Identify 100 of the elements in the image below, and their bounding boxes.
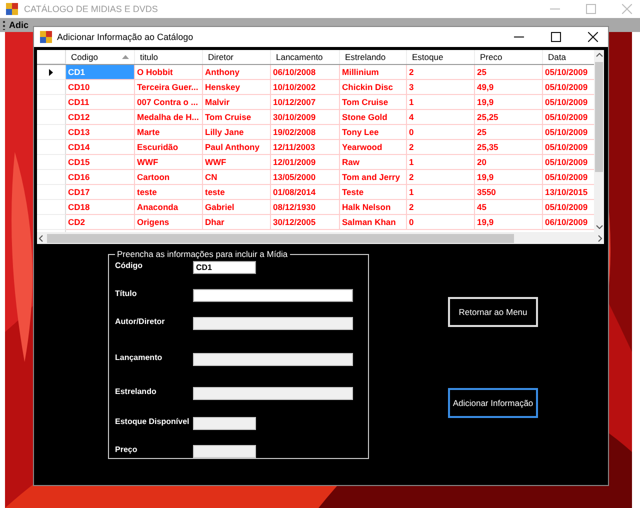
table-cell: Tom Cruise bbox=[340, 95, 407, 110]
field-label: Preço bbox=[115, 445, 138, 454]
column-header[interactable]: Estrelando bbox=[340, 50, 407, 64]
table-cell: Millinium bbox=[340, 65, 407, 80]
scroll-right-icon[interactable] bbox=[598, 234, 602, 242]
table-cell: 25 bbox=[475, 125, 543, 140]
table-cell: Gabriel bbox=[203, 200, 271, 215]
table-cell: 3 bbox=[407, 80, 475, 95]
field-label: Autor/Diretor bbox=[115, 317, 166, 326]
horizontal-scrollbar[interactable] bbox=[37, 232, 604, 244]
window-title: CATÁLOGO DE MIDIAS E DVDS bbox=[24, 4, 158, 14]
table-cell: CD12 bbox=[66, 110, 135, 125]
table-cell: 25,35 bbox=[475, 140, 543, 155]
vertical-scrollbar[interactable] bbox=[594, 50, 604, 232]
table-cell: Malvir bbox=[203, 95, 271, 110]
maximize-icon[interactable] bbox=[551, 32, 561, 42]
table-cell: WWF bbox=[203, 155, 271, 170]
table-cell: Tom and Jerry bbox=[340, 170, 407, 185]
table-cell: Origens bbox=[135, 215, 203, 230]
table-cell: 19,9 bbox=[475, 170, 543, 185]
field-label: Título bbox=[115, 289, 138, 298]
input-field[interactable] bbox=[193, 289, 353, 302]
table-cell: CN bbox=[203, 170, 271, 185]
table-cell: 0 bbox=[407, 215, 475, 230]
table-cell: 01/08/2014 bbox=[271, 185, 340, 200]
table-cell: 2 bbox=[407, 65, 475, 80]
table-cell: Paul Anthony bbox=[203, 140, 271, 155]
table-cell: 4 bbox=[407, 110, 475, 125]
table-cell: Anaconda bbox=[135, 200, 203, 215]
table-cell: 06/10/2008 bbox=[271, 65, 340, 80]
table-cell: Lilly Jane bbox=[203, 125, 271, 140]
grip-icon bbox=[3, 20, 6, 30]
table-cell: Yearwood bbox=[340, 140, 407, 155]
scroll-down-icon[interactable] bbox=[596, 225, 602, 229]
table-cell: 0 bbox=[407, 125, 475, 140]
field-label: Lançamento bbox=[115, 353, 164, 362]
field-label: Código bbox=[115, 261, 144, 270]
column-header[interactable]: Diretor bbox=[203, 50, 271, 64]
table-cell: 12/01/2009 bbox=[271, 155, 340, 170]
table-cell: 2 bbox=[407, 140, 475, 155]
grid-corner bbox=[37, 50, 66, 64]
table-cell: CD13 bbox=[66, 125, 135, 140]
table-cell: 45 bbox=[475, 200, 543, 215]
table-cell: 30/12/2005 bbox=[271, 215, 340, 230]
current-row-icon bbox=[49, 68, 53, 76]
app-icon bbox=[40, 31, 52, 43]
table-cell: 20 bbox=[475, 155, 543, 170]
table-cell: Halk Nelson bbox=[340, 200, 407, 215]
scroll-up-icon[interactable] bbox=[596, 53, 602, 57]
menu-item[interactable]: Adic bbox=[9, 20, 29, 30]
input-field[interactable]: CD1 bbox=[193, 261, 256, 274]
table-cell: 10/12/2007 bbox=[271, 95, 340, 110]
table-cell: 1 bbox=[407, 95, 475, 110]
table-cell: 49,9 bbox=[475, 80, 543, 95]
field-label: Estrelando bbox=[115, 387, 158, 396]
table-cell: 2 bbox=[407, 170, 475, 185]
column-header[interactable]: Preco bbox=[475, 50, 543, 64]
column-header[interactable]: Lancamento bbox=[271, 50, 340, 64]
field-label: Estoque Disponível bbox=[115, 417, 190, 426]
table-cell: 19,9 bbox=[475, 95, 543, 110]
table-cell: 19/02/2008 bbox=[271, 125, 340, 140]
table-cell: Cartoon bbox=[135, 170, 203, 185]
column-header[interactable]: Estoque bbox=[407, 50, 475, 64]
table-cell: Henskey bbox=[203, 80, 271, 95]
table-cell: 12/11/2003 bbox=[271, 140, 340, 155]
table-cell: Dhar bbox=[203, 215, 271, 230]
table-cell: Tom Cruise bbox=[203, 110, 271, 125]
table-cell: Chickin Disc bbox=[340, 80, 407, 95]
table-cell: Tony Lee bbox=[340, 125, 407, 140]
table-cell: CD2 bbox=[66, 215, 135, 230]
table-cell: 10/10/2002 bbox=[271, 80, 340, 95]
table-cell: CD14 bbox=[66, 140, 135, 155]
table-cell: 13/05/2000 bbox=[271, 170, 340, 185]
scroll-left-icon[interactable] bbox=[39, 234, 43, 242]
table-cell: Terceira Guer... bbox=[135, 80, 203, 95]
app-icon bbox=[6, 3, 18, 15]
table-cell: O Hobbit bbox=[135, 65, 203, 80]
table-cell: 30/10/2009 bbox=[271, 110, 340, 125]
column-header[interactable]: Codigo bbox=[66, 50, 135, 64]
column-header[interactable]: titulo bbox=[135, 50, 203, 64]
table-cell: CD11 bbox=[66, 95, 135, 110]
table-cell: 08/12/1930 bbox=[271, 200, 340, 215]
table-cell: Raw bbox=[340, 155, 407, 170]
table-cell: 25 bbox=[475, 65, 543, 80]
table-cell: CD18 bbox=[66, 200, 135, 215]
table-cell: Teste bbox=[340, 185, 407, 200]
table-cell: 2 bbox=[407, 200, 475, 215]
table-cell: CD16 bbox=[66, 170, 135, 185]
table-cell: CD10 bbox=[66, 80, 135, 95]
table-cell: teste bbox=[135, 185, 203, 200]
table-cell: WWF bbox=[135, 155, 203, 170]
table-cell: 19,9 bbox=[475, 215, 543, 230]
dialog-button[interactable]: Adicionar Informação bbox=[448, 388, 538, 418]
table-cell: teste bbox=[203, 185, 271, 200]
dialog-button[interactable]: Retornar ao Menu bbox=[448, 297, 538, 327]
table-cell: 25,25 bbox=[475, 110, 543, 125]
close-icon[interactable] bbox=[588, 32, 598, 42]
group-legend: Preencha as informações para incluir a Mídia bbox=[115, 249, 290, 259]
table-cell: CD15 bbox=[66, 155, 135, 170]
table-cell: 1 bbox=[407, 155, 475, 170]
